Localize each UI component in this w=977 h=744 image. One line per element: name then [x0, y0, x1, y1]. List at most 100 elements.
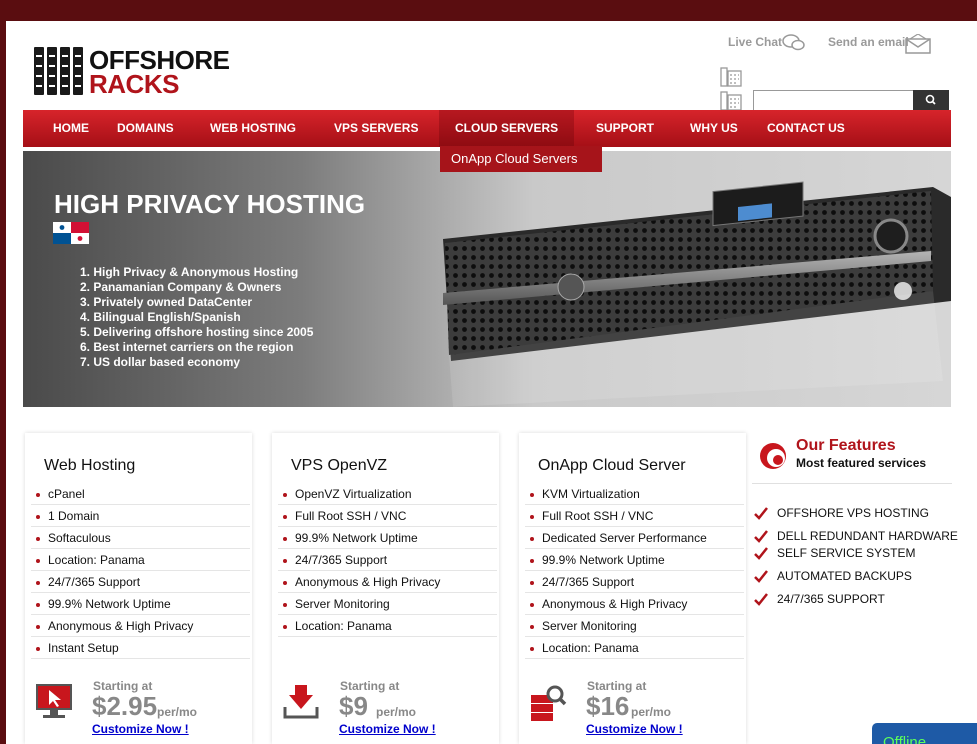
- chat-bubble-icon[interactable]: [782, 33, 806, 53]
- search-button[interactable]: [913, 90, 949, 110]
- feature-item: SELF SERVICE SYSTEM: [754, 546, 964, 560]
- nav-home[interactable]: HOME: [53, 110, 89, 147]
- feature-item-label: AUTOMATED BACKUPS: [777, 569, 912, 583]
- plan-feature: 1 Domain: [31, 506, 250, 527]
- checkmark-icon: [754, 530, 768, 543]
- banner-feature: 6. Best internet carriers on the region: [80, 340, 294, 354]
- plan-title: VPS OpenVZ: [291, 457, 388, 474]
- our-features-subtitle: Most featured services: [796, 456, 927, 470]
- feature-item: AUTOMATED BACKUPS: [754, 569, 964, 583]
- plan-feature: Full Root SSH / VNC: [278, 506, 497, 527]
- banner-feature: 3. Privately owned DataCenter: [80, 295, 253, 309]
- page: OFFSHORE RACKS Live Chat Send an email H…: [6, 21, 977, 744]
- plan-feature: Location: Panama: [278, 616, 497, 637]
- plan-feature: KVM Virtualization: [525, 484, 744, 505]
- phone-icon: [720, 67, 742, 87]
- customize-now-link[interactable]: Customize Now !: [586, 722, 683, 736]
- rack-server-image: [443, 181, 951, 407]
- feature-item-label: DELL REDUNDANT HARDWARE: [777, 529, 958, 543]
- server-search-icon: [531, 685, 567, 721]
- plan-feature: Anonymous & High Privacy: [525, 594, 744, 615]
- plan-feature: 24/7/365 Support: [31, 572, 250, 593]
- per-month-label: per/mo: [157, 705, 198, 719]
- plan-feature: OpenVZ Virtualization: [278, 484, 497, 505]
- banner-feature: 1. High Privacy & Anonymous Hosting: [80, 265, 299, 279]
- hero-banner: HIGH PRIVACY HOSTING 1. High Privacy & A…: [23, 151, 951, 407]
- banner-feature: 5. Delivering offshore hosting since 200…: [80, 325, 314, 339]
- feature-item: 24/7/365 SUPPORT: [754, 592, 964, 606]
- banner-feature: 2. Panamanian Company & Owners: [80, 280, 282, 294]
- chat-widget-offline[interactable]: Offline: [872, 723, 977, 744]
- our-features-list: OFFSHORE VPS HOSTING DELL REDUNDANT HARD…: [754, 506, 964, 606]
- plan-price: $2.95: [92, 691, 158, 721]
- plan-title: Web Hosting: [44, 457, 136, 474]
- nav-vps-servers[interactable]: VPS SERVERS: [334, 110, 418, 147]
- rack-logo-icon: [34, 45, 84, 97]
- plan-card-onapp-cloud-server: OnApp Cloud Server KVM Virtualization Fu…: [519, 433, 746, 744]
- nav-web-hosting[interactable]: WEB HOSTING: [210, 110, 296, 147]
- search-input[interactable]: [753, 90, 919, 112]
- per-month-label: per/mo: [376, 705, 417, 719]
- plan-feature: Server Monitoring: [525, 616, 744, 637]
- plan-feature: Full Root SSH / VNC: [525, 506, 744, 527]
- plan-feature: Instant Setup: [31, 638, 250, 659]
- plan-feature: Server Monitoring: [278, 594, 497, 615]
- feature-item-label: SELF SERVICE SYSTEM: [777, 546, 916, 560]
- panama-flag-icon: [53, 222, 89, 244]
- banner-feature-list: 1. High Privacy & Anonymous Hosting 2. P…: [80, 265, 313, 370]
- checkmark-icon: [754, 593, 768, 606]
- plan-feature: 99.9% Network Uptime: [525, 550, 744, 571]
- plan-feature-list: cPanel 1 Domain Softaculous Location: Pa…: [31, 484, 250, 660]
- customize-now-link[interactable]: Customize Now !: [92, 722, 189, 736]
- plan-feature: 24/7/365 Support: [525, 572, 744, 593]
- plan-feature: Anonymous & High Privacy: [31, 616, 250, 637]
- banner-feature: 7. US dollar based economy: [80, 355, 241, 369]
- checkmark-icon: [754, 570, 768, 583]
- feature-item: DELL REDUNDANT HARDWARE: [754, 529, 964, 543]
- nav-domains[interactable]: DOMAINS: [117, 110, 174, 147]
- plan-feature: cPanel: [31, 484, 250, 505]
- per-month-label: per/mo: [631, 705, 672, 719]
- plan-feature: 99.9% Network Uptime: [31, 594, 250, 615]
- our-features-title: Our Features: [796, 437, 896, 454]
- nav-why-us[interactable]: WHY US: [690, 110, 738, 147]
- customize-now-link[interactable]: Customize Now !: [339, 722, 436, 736]
- feature-item-label: OFFSHORE VPS HOSTING: [777, 506, 930, 520]
- plan-feature: 24/7/365 Support: [278, 550, 497, 571]
- plan-title: OnApp Cloud Server: [538, 457, 686, 474]
- nav-contact-us[interactable]: CONTACT US: [767, 110, 845, 147]
- plan-feature: Anonymous & High Privacy: [278, 572, 497, 593]
- send-email-link[interactable]: Send an email: [828, 35, 909, 49]
- search-icon: [925, 94, 936, 105]
- fax-icon: [720, 91, 742, 111]
- feature-item: OFFSHORE VPS HOSTING: [754, 506, 964, 520]
- live-chat-link[interactable]: Live Chat: [728, 35, 782, 49]
- envelope-icon[interactable]: [905, 34, 931, 54]
- plan-feature-list: OpenVZ Virtualization Full Root SSH / VN…: [278, 484, 497, 638]
- plan-price: $16: [586, 691, 630, 721]
- download-tray-icon: [283, 685, 319, 719]
- features-swirl-icon: [760, 443, 786, 469]
- plan-feature: Softaculous: [31, 528, 250, 549]
- banner-title: HIGH PRIVACY HOSTING: [54, 189, 366, 219]
- checkmark-icon: [754, 507, 768, 520]
- dropdown-onapp-cloud-servers[interactable]: OnApp Cloud Servers: [440, 146, 602, 172]
- plan-card-web-hosting: Web Hosting cPanel 1 Domain Softaculous …: [25, 433, 252, 744]
- divider: [752, 483, 952, 484]
- plan-feature: Location: Panama: [31, 550, 250, 571]
- plan-feature-list: KVM Virtualization Full Root SSH / VNC D…: [525, 484, 744, 660]
- main-navigation: HOME DOMAINS WEB HOSTING VPS SERVERS CLO…: [23, 110, 951, 147]
- plan-card-vps-openvz: VPS OpenVZ OpenVZ Virtualization Full Ro…: [272, 433, 499, 744]
- nav-support[interactable]: SUPPORT: [596, 110, 654, 147]
- feature-item-label: 24/7/365 SUPPORT: [777, 592, 885, 606]
- plan-feature: Location: Panama: [525, 638, 744, 659]
- plan-feature: 99.9% Network Uptime: [278, 528, 497, 549]
- checkmark-icon: [754, 547, 768, 560]
- logo-text-racks: RACKS: [89, 69, 179, 99]
- nav-cloud-servers[interactable]: CLOUD SERVERS: [439, 110, 575, 147]
- monitor-cursor-icon: [36, 684, 72, 718]
- plan-price: $9: [339, 691, 368, 721]
- banner-feature: 4. Bilingual English/Spanish: [80, 310, 241, 324]
- plan-feature: Dedicated Server Performance: [525, 528, 744, 549]
- site-logo[interactable]: OFFSHORE RACKS: [34, 45, 234, 99]
